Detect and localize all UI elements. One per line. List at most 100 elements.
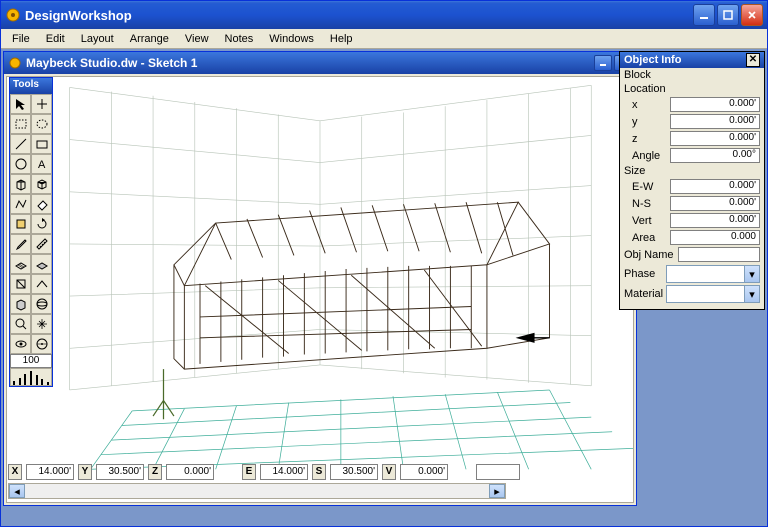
scroll-right-button[interactable]: ▸ [489, 484, 505, 498]
tool-zoom[interactable] [10, 314, 31, 334]
menu-windows[interactable]: Windows [262, 31, 321, 47]
obj-name-value[interactable] [678, 247, 760, 262]
loc-z-label: z [624, 133, 668, 145]
maximize-button[interactable] [717, 4, 739, 26]
coord-v-value[interactable]: 0.000' [400, 464, 448, 480]
object-info-title-text: Object Info [624, 54, 681, 66]
coord-e-value[interactable]: 14.000' [260, 464, 308, 480]
tool-pan[interactable] [31, 314, 52, 334]
tool-polyline[interactable] [10, 194, 31, 214]
size-ns-value[interactable]: 0.000' [670, 196, 760, 211]
tool-grid-top[interactable] [31, 254, 52, 274]
tool-text[interactable]: A [31, 154, 52, 174]
loc-x-label: x [624, 99, 668, 111]
tool-sphere[interactable] [31, 294, 52, 314]
app-window: DesignWorkshop File Edit Layout Arrange … [0, 0, 768, 527]
material-label: Material [624, 288, 666, 300]
size-vert-label: Vert [624, 215, 668, 227]
menu-notes[interactable]: Notes [218, 31, 261, 47]
coord-extra-value[interactable] [476, 464, 520, 480]
tool-extrude[interactable] [31, 174, 52, 194]
size-area-label: Area [624, 232, 668, 244]
size-vert-value[interactable]: 0.000' [670, 213, 760, 228]
loc-x-value[interactable]: 0.000' [670, 97, 760, 112]
coord-x-label: X [8, 464, 22, 480]
tools-readout: 100 [10, 354, 52, 368]
tools-histogram-icon[interactable] [10, 368, 52, 386]
object-info-close-button[interactable]: ✕ [746, 53, 760, 67]
coord-y-value[interactable]: 30.500' [96, 464, 144, 480]
loc-angle-value[interactable]: 0.00° [670, 148, 760, 163]
tool-rotate[interactable] [31, 214, 52, 234]
minimize-button[interactable] [693, 4, 715, 26]
tool-grid-face[interactable] [10, 254, 31, 274]
location-section-label: Location [620, 82, 764, 96]
tool-marquee-lasso[interactable] [31, 114, 52, 134]
tool-eyedropper[interactable] [10, 234, 31, 254]
document-minimize-button[interactable] [594, 55, 612, 71]
menu-view[interactable]: View [178, 31, 216, 47]
titlebar[interactable]: DesignWorkshop [1, 1, 767, 29]
tool-section[interactable] [10, 274, 31, 294]
loc-y-label: y [624, 116, 668, 128]
chevron-down-icon[interactable]: ▾ [744, 286, 759, 302]
mdi-client: Maybeck Studio.dw - Sketch 1 [1, 49, 767, 526]
object-kind: Block [620, 68, 764, 82]
document-icon [8, 56, 22, 70]
wireframe-drawing [7, 77, 633, 494]
coord-e-label: E [242, 464, 256, 480]
tools-title[interactable]: Tools [10, 78, 52, 94]
tool-marquee-rect[interactable] [10, 114, 31, 134]
loc-y-value[interactable]: 0.000' [670, 114, 760, 129]
object-info-panel[interactable]: Object Info ✕ Block Location x0.000' y0.… [619, 51, 765, 310]
scroll-h-track[interactable] [25, 484, 489, 498]
menu-help[interactable]: Help [323, 31, 360, 47]
3d-viewport[interactable] [6, 76, 634, 503]
tools-palette[interactable]: Tools A [9, 77, 53, 387]
close-button[interactable] [741, 4, 763, 26]
tool-paint[interactable] [10, 214, 31, 234]
tool-line[interactable] [10, 134, 31, 154]
tool-cube-solid[interactable] [10, 294, 31, 314]
material-combo[interactable]: ▾ [666, 285, 760, 303]
menubar: File Edit Layout Arrange View Notes Wind… [1, 29, 767, 49]
tool-circle[interactable] [10, 154, 31, 174]
app-icon [5, 7, 21, 23]
coord-x-value[interactable]: 14.000' [26, 464, 74, 480]
loc-angle-label: Angle [624, 150, 668, 162]
size-section-label: Size [620, 164, 764, 178]
coord-z-label: Z [148, 464, 162, 480]
scroll-left-button[interactable]: ◂ [9, 484, 25, 498]
menu-edit[interactable]: Edit [39, 31, 72, 47]
obj-name-label: Obj Name [624, 249, 676, 261]
tool-crosshair[interactable] [31, 94, 52, 114]
coordinate-readout: X 14.000' Y 30.500' Z 0.000' E 14.000' S… [8, 463, 520, 481]
tool-arrow[interactable] [10, 94, 31, 114]
tool-orbit[interactable] [31, 334, 52, 354]
chevron-down-icon[interactable]: ▾ [744, 266, 759, 282]
size-ns-label: N-S [624, 198, 668, 210]
menu-layout[interactable]: Layout [74, 31, 121, 47]
tool-measure[interactable] [31, 234, 52, 254]
menu-file[interactable]: File [5, 31, 37, 47]
app-title: DesignWorkshop [25, 8, 691, 23]
coord-s-value[interactable]: 30.500' [330, 464, 378, 480]
document-window: Maybeck Studio.dw - Sketch 1 [3, 51, 637, 506]
tool-roof[interactable] [31, 274, 52, 294]
tool-rectangle[interactable] [31, 134, 52, 154]
loc-z-value[interactable]: 0.000' [670, 131, 760, 146]
document-titlebar[interactable]: Maybeck Studio.dw - Sketch 1 [4, 52, 636, 74]
tool-cube[interactable] [10, 174, 31, 194]
coord-s-label: S [312, 464, 326, 480]
tool-eraser[interactable] [31, 194, 52, 214]
size-ew-value[interactable]: 0.000' [670, 179, 760, 194]
tool-camera-eye[interactable] [10, 334, 31, 354]
document-title: Maybeck Studio.dw - Sketch 1 [26, 56, 592, 70]
coord-z-value[interactable]: 0.000' [166, 464, 214, 480]
size-area-value[interactable]: 0.000 [670, 230, 760, 245]
horizontal-scrollbar[interactable]: ◂ ▸ [8, 483, 506, 499]
menu-arrange[interactable]: Arrange [123, 31, 176, 47]
object-info-title[interactable]: Object Info ✕ [620, 52, 764, 68]
phase-combo[interactable]: ▾ [666, 265, 760, 283]
coord-y-label: Y [78, 464, 92, 480]
